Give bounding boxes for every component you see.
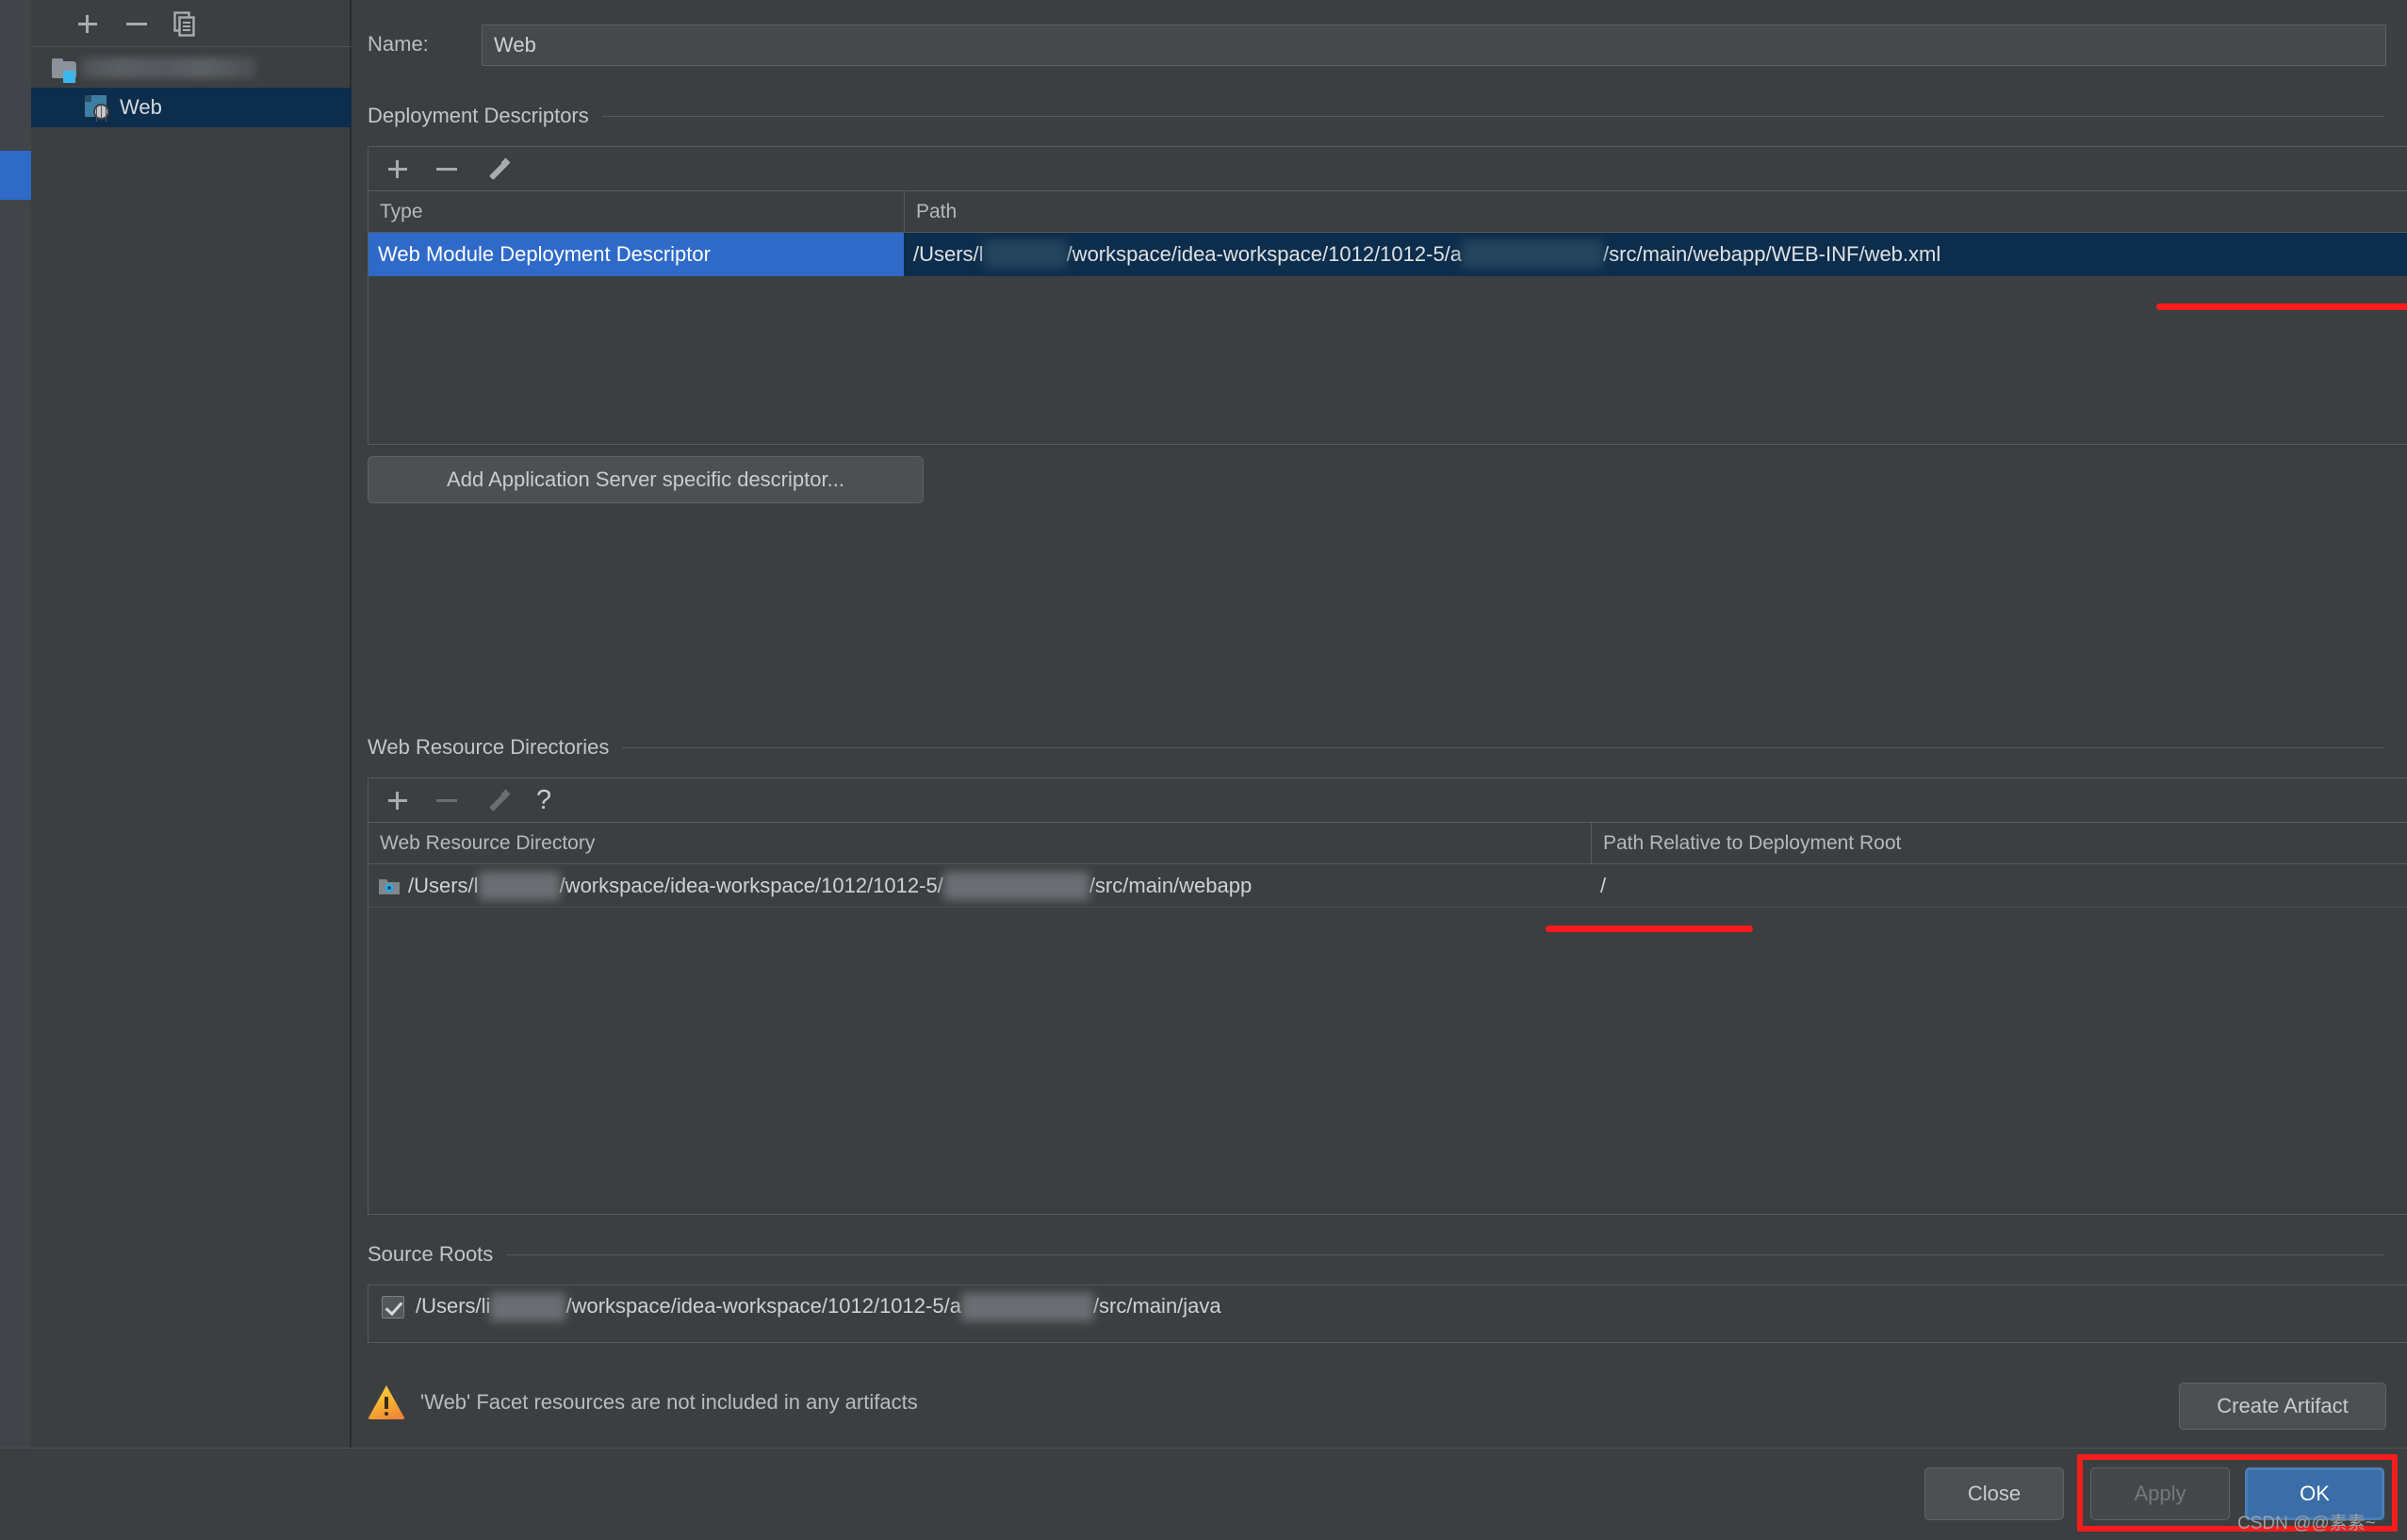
annotation-underline-webapp bbox=[1546, 926, 1753, 932]
source-roots-section-title: Source Roots bbox=[368, 1242, 2384, 1267]
warning-row: 'Web' Facet resources are not included i… bbox=[368, 1385, 918, 1419]
remove-icon bbox=[432, 786, 462, 816]
remove-icon[interactable] bbox=[123, 9, 151, 38]
dialog-button-bar: Close Apply OK CSDN @@素素~ bbox=[0, 1448, 2407, 1540]
deployment-descriptors-title-text: Deployment Descriptors bbox=[368, 104, 589, 127]
redacted-username bbox=[983, 240, 1067, 269]
table-row[interactable]: Web Module Deployment Descriptor /Users/… bbox=[368, 233, 2407, 276]
add-icon[interactable] bbox=[74, 9, 102, 38]
cell-dir-suffix: /src/main/webapp bbox=[1089, 873, 1253, 897]
cell-path-middle: /workspace/idea-workspace/1012/1012-5/a bbox=[1066, 242, 1463, 266]
section-divider bbox=[622, 746, 2384, 748]
source-root-path: /Users/li/workspace/idea-workspace/1012/… bbox=[416, 1293, 1221, 1321]
copy-icon[interactable] bbox=[170, 9, 198, 38]
web-resource-directories-toolbar: ? bbox=[368, 778, 2407, 822]
column-header-web-resource-directory[interactable]: Web Resource Directory bbox=[368, 823, 1591, 863]
web-resource-directories-table: Web Resource Directory Path Relative to … bbox=[368, 822, 2407, 1215]
deployment-descriptors-table: Type Path Web Module Deployment Descript… bbox=[368, 190, 2407, 445]
add-app-server-descriptor-button[interactable]: Add Application Server specific descript… bbox=[368, 456, 924, 503]
deployment-descriptors-table-header: Type Path bbox=[368, 191, 2407, 233]
create-artifact-button[interactable]: Create Artifact bbox=[2179, 1383, 2386, 1430]
watermark-text: CSDN @@素素~ bbox=[2237, 1514, 2376, 1533]
close-button[interactable]: Close bbox=[1924, 1467, 2064, 1520]
column-header-path[interactable]: Path bbox=[904, 191, 2407, 232]
deployment-descriptors-section-title: Deployment Descriptors bbox=[368, 104, 2384, 128]
name-label: Name: bbox=[368, 32, 429, 56]
cell-dir-middle: /workspace/idea-workspace/1012/1012-5/ bbox=[559, 873, 943, 897]
cell-type: Web Module Deployment Descriptor bbox=[368, 233, 904, 276]
folder-icon bbox=[52, 57, 76, 83]
cell-path-suffix: /src/main/webapp/WEB-INF/web.xml bbox=[1603, 242, 1941, 266]
cell-relative-path: / bbox=[1600, 873, 1607, 897]
source-roots-title-text: Source Roots bbox=[368, 1242, 494, 1266]
edit-pencil-icon[interactable] bbox=[482, 155, 512, 185]
web-resource-directories-title-text: Web Resource Directories bbox=[368, 735, 610, 759]
web-resource-directories-table-header: Web Resource Directory Path Relative to … bbox=[368, 823, 2407, 864]
tree-item-web-label: Web bbox=[120, 95, 162, 119]
facets-tree-panel: Web bbox=[31, 0, 352, 1448]
cell-path-prefix: /Users/l bbox=[913, 242, 984, 266]
redacted-username bbox=[478, 871, 560, 900]
add-icon[interactable] bbox=[383, 786, 413, 816]
table-row[interactable]: /Users/l /workspace/idea-workspace/1012/… bbox=[368, 864, 2407, 908]
source-roots-list: /Users/li/workspace/idea-workspace/1012/… bbox=[368, 1285, 2407, 1343]
list-item[interactable]: /Users/li/workspace/idea-workspace/1012/… bbox=[368, 1286, 2407, 1329]
src-middle: /workspace/idea-workspace/1012/1012-5/a bbox=[565, 1293, 961, 1318]
edit-pencil-icon bbox=[482, 786, 512, 816]
tree-item-web[interactable]: Web bbox=[31, 88, 352, 127]
warning-message: 'Web' Facet resources are not included i… bbox=[420, 1390, 918, 1414]
facet-settings-panel: Name: Deployment Descriptors Type Path W… bbox=[353, 0, 2407, 1448]
help-question-icon[interactable]: ? bbox=[531, 785, 561, 816]
redacted-project bbox=[1462, 240, 1604, 269]
facets-tree-toolbar bbox=[31, 0, 352, 47]
tree-item-project-label bbox=[81, 57, 255, 78]
redacted-project bbox=[960, 1293, 1093, 1321]
column-header-path-relative[interactable]: Path Relative to Deployment Root bbox=[1591, 823, 2407, 863]
left-rail bbox=[0, 0, 31, 1448]
cell-dir-prefix: /Users/l bbox=[408, 873, 479, 897]
warning-triangle-icon bbox=[368, 1385, 405, 1419]
src-prefix: /Users/li bbox=[416, 1293, 491, 1318]
deployment-descriptors-toolbar bbox=[368, 146, 2407, 190]
annotation-underline-webxml bbox=[2156, 303, 2407, 310]
section-divider bbox=[601, 115, 2384, 117]
redacted-username bbox=[490, 1293, 566, 1321]
web-facet-icon bbox=[85, 95, 109, 120]
source-root-checkbox[interactable] bbox=[382, 1296, 404, 1319]
cell-web-resource-directory: /Users/l /workspace/idea-workspace/1012/… bbox=[368, 864, 1591, 907]
name-input[interactable] bbox=[482, 25, 2386, 66]
add-icon[interactable] bbox=[383, 155, 413, 185]
redacted-project bbox=[942, 871, 1089, 900]
web-resource-directories-section-title: Web Resource Directories bbox=[368, 735, 2384, 760]
src-suffix: /src/main/java bbox=[1092, 1293, 1221, 1318]
left-rail-selection-marker[interactable] bbox=[0, 151, 31, 200]
remove-icon[interactable] bbox=[432, 155, 462, 185]
column-header-type[interactable]: Type bbox=[368, 191, 904, 232]
tree-item-project[interactable] bbox=[31, 48, 352, 88]
name-row: Name: bbox=[368, 25, 2386, 66]
cell-path: /Users/l /workspace/idea-workspace/1012/… bbox=[904, 233, 2407, 276]
directory-icon bbox=[378, 876, 401, 896]
section-divider bbox=[506, 1253, 2384, 1255]
